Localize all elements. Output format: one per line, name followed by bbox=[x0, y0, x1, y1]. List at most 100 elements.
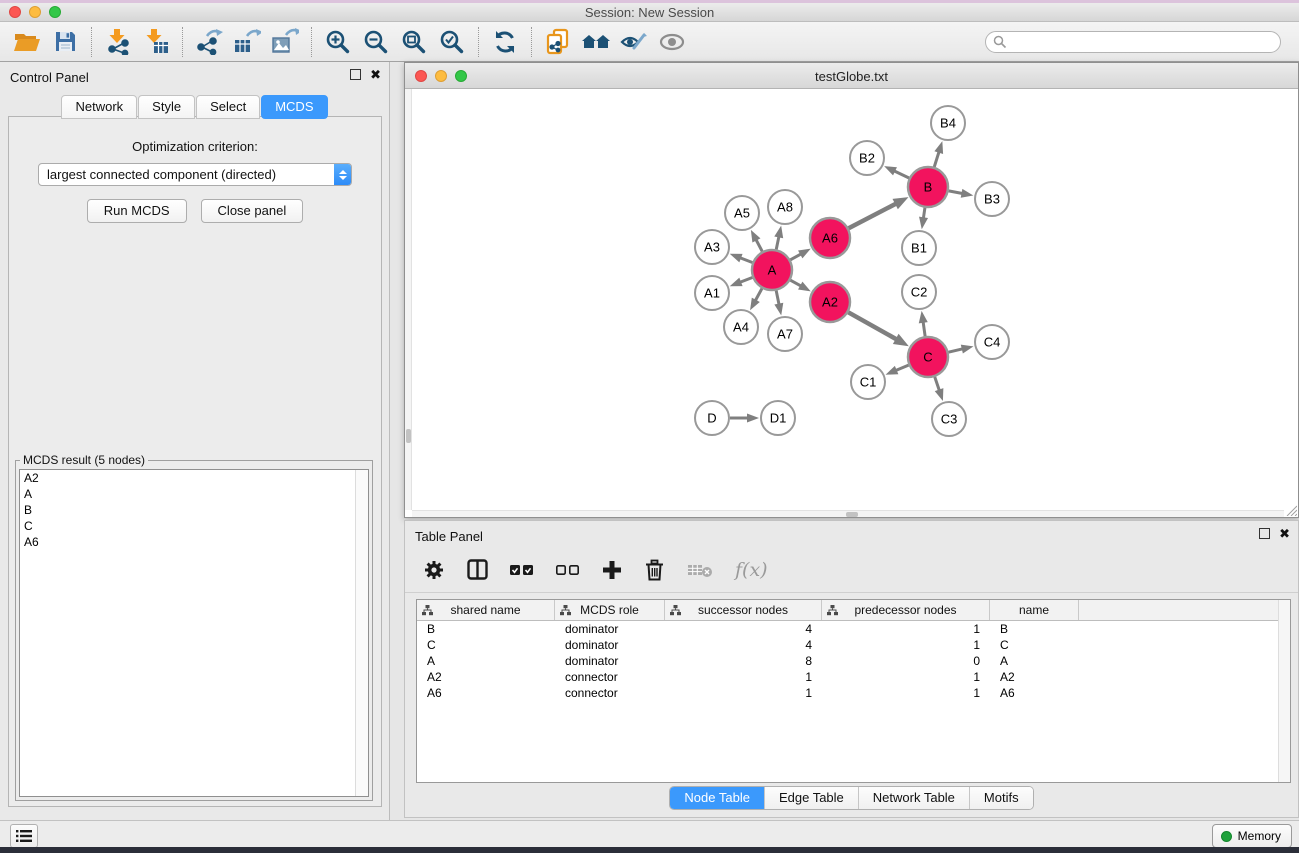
tab-network-table[interactable]: Network Table bbox=[858, 787, 969, 809]
import-table-icon[interactable] bbox=[137, 25, 175, 59]
cell-name[interactable]: C bbox=[990, 638, 1079, 652]
export-image-icon[interactable] bbox=[266, 25, 304, 59]
edge-A-A7[interactable] bbox=[776, 291, 779, 305]
edge-A6-B[interactable] bbox=[849, 204, 896, 229]
edge-B-B3[interactable] bbox=[949, 191, 963, 194]
edge-A-A1[interactable] bbox=[740, 278, 752, 283]
close-traffic-light[interactable] bbox=[9, 6, 21, 18]
column-header-successor-nodes[interactable]: successor nodes bbox=[665, 600, 822, 620]
column-header-MCDS-role[interactable]: MCDS role bbox=[555, 600, 665, 620]
open-folder-icon[interactable] bbox=[8, 25, 46, 59]
mcds-result-item[interactable]: A6 bbox=[20, 534, 368, 550]
delete-column-icon[interactable] bbox=[644, 559, 665, 581]
table-row[interactable]: A2connector11A2 bbox=[417, 669, 1290, 685]
resize-grip-icon[interactable] bbox=[1284, 503, 1297, 516]
cell-successor-nodes[interactable]: 1 bbox=[665, 686, 822, 700]
cell-shared-name[interactable]: A6 bbox=[417, 686, 555, 700]
column-header-shared-name[interactable]: shared name bbox=[417, 600, 555, 620]
close-panel-button[interactable]: Close panel bbox=[201, 199, 304, 223]
mcds-list-scrollbar[interactable] bbox=[355, 470, 368, 796]
table-float-panel-icon[interactable] bbox=[1259, 528, 1270, 539]
apply-function-icon[interactable]: f(x) bbox=[735, 559, 768, 581]
select-all-columns-icon[interactable] bbox=[510, 564, 534, 576]
edge-C-C3[interactable] bbox=[935, 377, 940, 391]
add-column-icon[interactable] bbox=[602, 560, 622, 580]
delete-table-icon[interactable] bbox=[687, 562, 713, 578]
cell-MCDS-role[interactable]: dominator bbox=[555, 638, 665, 652]
zoom-out-icon[interactable] bbox=[357, 25, 395, 59]
column-header-predecessor-nodes[interactable]: predecessor nodes bbox=[822, 600, 990, 620]
clone-network-icon[interactable] bbox=[539, 25, 577, 59]
maximize-traffic-light[interactable] bbox=[49, 6, 61, 18]
cell-predecessor-nodes[interactable]: 0 bbox=[822, 654, 990, 668]
cell-MCDS-role[interactable]: dominator bbox=[555, 654, 665, 668]
cell-predecessor-nodes[interactable]: 1 bbox=[822, 638, 990, 652]
edge-A-A6[interactable] bbox=[790, 254, 801, 260]
table-row[interactable]: A6connector11A6 bbox=[417, 685, 1290, 701]
graphics-details-icon[interactable] bbox=[615, 25, 653, 59]
mcds-result-item[interactable]: C bbox=[20, 518, 368, 534]
edge-A-A2[interactable] bbox=[790, 280, 801, 286]
cell-predecessor-nodes[interactable]: 1 bbox=[822, 622, 990, 636]
edge-A2-C[interactable] bbox=[848, 312, 896, 339]
edge-B-B2[interactable] bbox=[894, 171, 909, 178]
close-panel-icon[interactable]: ✖ bbox=[370, 69, 381, 80]
refresh-layout-icon[interactable] bbox=[486, 25, 524, 59]
tab-select[interactable]: Select bbox=[196, 95, 260, 119]
cell-MCDS-role[interactable]: dominator bbox=[555, 622, 665, 636]
cell-name[interactable]: A2 bbox=[990, 670, 1079, 684]
mcds-result-item[interactable]: B bbox=[20, 502, 368, 518]
save-icon[interactable] bbox=[46, 25, 84, 59]
eye-icon[interactable] bbox=[653, 25, 691, 59]
network-window-titlebar[interactable]: testGlobe.txt bbox=[405, 63, 1298, 89]
export-network-icon[interactable] bbox=[190, 25, 228, 59]
show-columns-icon[interactable] bbox=[467, 559, 488, 580]
edge-A-A3[interactable] bbox=[740, 258, 752, 263]
table-close-panel-icon[interactable]: ✖ bbox=[1279, 528, 1290, 539]
tab-motifs[interactable]: Motifs bbox=[969, 787, 1033, 809]
tab-style[interactable]: Style bbox=[138, 95, 195, 119]
cell-MCDS-role[interactable]: connector bbox=[555, 686, 665, 700]
network-canvas[interactable]: B4B2BB3A8A5A6A3B1AA1C2A2A4A7C4CC1C3DD1 bbox=[412, 89, 1293, 512]
edge-C-C4[interactable] bbox=[948, 349, 962, 352]
cell-successor-nodes[interactable]: 4 bbox=[665, 622, 822, 636]
edge-A-A8[interactable] bbox=[776, 236, 779, 249]
zoom-in-icon[interactable] bbox=[319, 25, 357, 59]
cell-shared-name[interactable]: C bbox=[417, 638, 555, 652]
cell-predecessor-nodes[interactable]: 1 bbox=[822, 686, 990, 700]
column-header-name[interactable]: name bbox=[990, 600, 1079, 620]
zoom-selected-icon[interactable] bbox=[433, 25, 471, 59]
cell-name[interactable]: A6 bbox=[990, 686, 1079, 700]
search-input[interactable] bbox=[985, 31, 1281, 53]
task-history-button[interactable] bbox=[10, 824, 38, 848]
tab-edge-table[interactable]: Edge Table bbox=[764, 787, 858, 809]
network-vertical-scrollbar[interactable] bbox=[405, 89, 412, 510]
cell-successor-nodes[interactable]: 4 bbox=[665, 638, 822, 652]
cell-name[interactable]: A bbox=[990, 654, 1079, 668]
table-row[interactable]: Adominator80A bbox=[417, 653, 1290, 669]
edge-B-B1[interactable] bbox=[923, 208, 925, 219]
tab-node-table[interactable]: Node Table bbox=[670, 787, 764, 809]
tab-mcds[interactable]: MCDS bbox=[261, 95, 327, 119]
mcds-result-item[interactable]: A bbox=[20, 486, 368, 502]
cell-MCDS-role[interactable]: connector bbox=[555, 670, 665, 684]
export-table-icon[interactable] bbox=[228, 25, 266, 59]
zoom-fit-icon[interactable] bbox=[395, 25, 433, 59]
run-mcds-button[interactable]: Run MCDS bbox=[87, 199, 187, 223]
table-row[interactable]: Bdominator41B bbox=[417, 621, 1290, 637]
edge-C-C1[interactable] bbox=[896, 365, 909, 370]
mcds-result-item[interactable]: A2 bbox=[20, 470, 368, 486]
edge-C-C2[interactable] bbox=[923, 322, 925, 336]
table-row[interactable]: Cdominator41C bbox=[417, 637, 1290, 653]
cell-shared-name[interactable]: A bbox=[417, 654, 555, 668]
table-scrollbar[interactable] bbox=[1278, 600, 1290, 782]
minimize-traffic-light[interactable] bbox=[29, 6, 41, 18]
cell-successor-nodes[interactable]: 1 bbox=[665, 670, 822, 684]
network-horizontal-scrollbar[interactable] bbox=[412, 510, 1284, 517]
table-options-gear-icon[interactable] bbox=[423, 559, 445, 581]
edge-A-A4[interactable] bbox=[755, 288, 762, 300]
home-layout-icon[interactable] bbox=[577, 25, 615, 59]
cell-successor-nodes[interactable]: 8 bbox=[665, 654, 822, 668]
deselect-all-columns-icon[interactable] bbox=[556, 564, 580, 576]
cell-name[interactable]: B bbox=[990, 622, 1079, 636]
